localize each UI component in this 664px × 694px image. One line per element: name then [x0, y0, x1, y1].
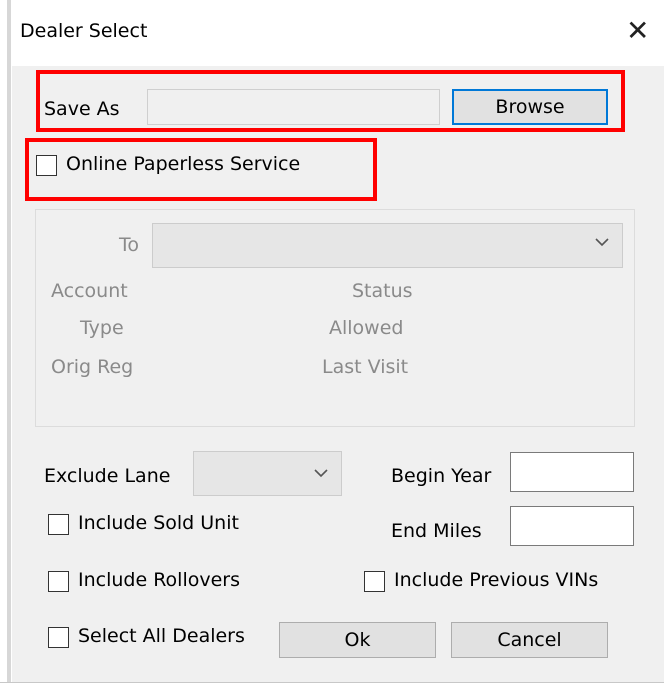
last-visit-label: Last Visit: [322, 356, 409, 378]
exclude-lane-dropdown[interactable]: [193, 451, 342, 496]
browse-button-label: Browse: [495, 96, 565, 118]
orig-reg-label: Orig Reg: [51, 356, 134, 378]
chevron-down-icon: [313, 465, 329, 486]
include-sold-unit-checkbox[interactable]: [48, 514, 69, 535]
allowed-label: Allowed: [329, 317, 404, 339]
select-all-dealers-checkbox[interactable]: [48, 627, 69, 648]
chevron-down-icon: [594, 234, 610, 255]
begin-year-input[interactable]: [510, 452, 634, 492]
exclude-lane-label: Exclude Lane: [44, 465, 171, 487]
cancel-button-label: Cancel: [497, 629, 562, 651]
begin-year-label: Begin Year: [391, 465, 492, 487]
end-miles-label: End Miles: [391, 520, 482, 542]
save-as-field[interactable]: [147, 89, 440, 125]
include-rollovers-checkbox[interactable]: [48, 571, 69, 592]
browse-button[interactable]: Browse: [452, 89, 608, 125]
save-as-label: Save As: [44, 98, 120, 120]
type-label: Type: [80, 317, 124, 339]
account-label: Account: [51, 280, 128, 302]
dialog-title: Dealer Select: [20, 20, 148, 42]
background-window: [0, 0, 7, 693]
end-miles-input[interactable]: [510, 506, 634, 546]
online-paperless-checkbox[interactable]: [36, 155, 57, 176]
include-previous-vins-checkbox[interactable]: [364, 571, 385, 592]
include-previous-vins-label: Include Previous VINs: [394, 569, 599, 591]
close-icon[interactable]: ✕: [626, 14, 649, 48]
ok-button-label: Ok: [344, 629, 371, 651]
to-label: To: [119, 234, 140, 256]
background-window-border: [7, 0, 11, 693]
cancel-button[interactable]: Cancel: [451, 622, 608, 658]
status-label: Status: [352, 280, 413, 302]
background-window-bottom: [0, 682, 664, 694]
select-all-dealers-label: Select All Dealers: [78, 625, 245, 647]
include-rollovers-label: Include Rollovers: [78, 569, 241, 591]
online-paperless-label: Online Paperless Service: [66, 153, 301, 175]
include-sold-unit-label: Include Sold Unit: [78, 512, 239, 534]
to-dropdown[interactable]: [152, 223, 623, 268]
ok-button[interactable]: Ok: [279, 622, 436, 658]
